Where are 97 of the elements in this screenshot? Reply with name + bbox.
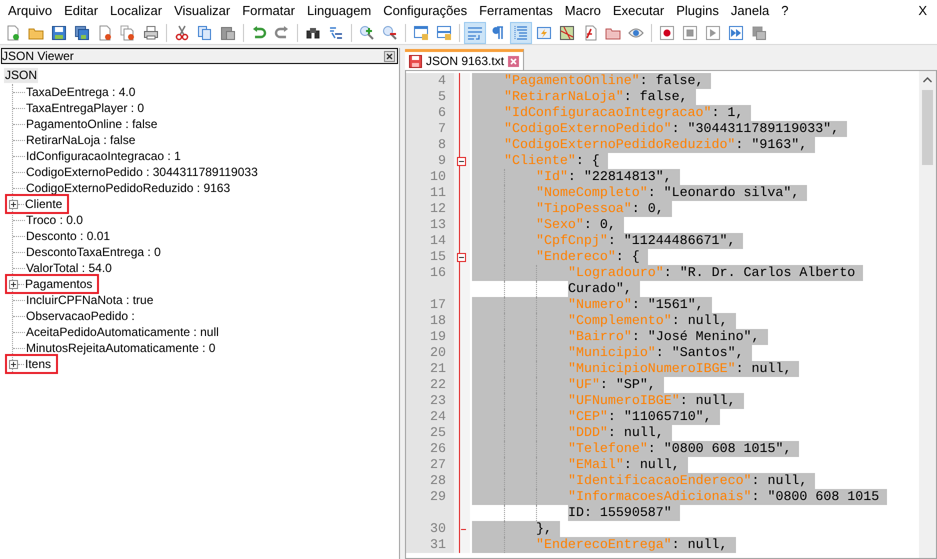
menu-item[interactable]: Linguagem: [300, 0, 378, 20]
file-tab[interactable]: JSON 9163.txt: [405, 49, 524, 70]
lightning-window-icon: [536, 24, 552, 40]
stop-icon: [682, 24, 698, 40]
expand-icon[interactable]: [9, 360, 18, 368]
record-icon: [659, 24, 675, 40]
code-line: "CodigoExternoPedidoReduzido": "9163",: [504, 137, 808, 152]
tree-item[interactable]: PagamentoOnline : false: [25, 116, 158, 132]
expand-icon[interactable]: [9, 280, 18, 288]
new-file-icon: [5, 24, 21, 40]
printer-icon: [143, 24, 159, 40]
code-line: "Sexo": 0,: [536, 217, 617, 232]
code-line: "Municipio": "Santos",: [568, 345, 745, 360]
code-line: },: [536, 521, 553, 536]
tree-root[interactable]: JSON: [4, 68, 38, 83]
tree-item[interactable]: Troco : 0.0: [25, 212, 84, 228]
fold-icon[interactable]: [456, 253, 466, 262]
code-line: "CodigoExternoPedido": "3044311789119033",: [504, 121, 840, 136]
code-line: "EnderecoEntrega": null,: [536, 537, 729, 552]
menu-item[interactable]: Janela: [724, 0, 776, 20]
panel-title: JSON Viewer: [2, 50, 74, 62]
copy-icon: [197, 24, 213, 40]
code-line: "Endereco": {: [536, 249, 641, 264]
tree-item[interactable]: IncluirCPFNaNota : true: [25, 292, 154, 308]
code-line: "CpfCnpj": "11244486671",: [536, 233, 736, 248]
save-macro-icon: [751, 24, 767, 40]
menu-item[interactable]: Editar: [58, 0, 104, 20]
scroll-up-icon[interactable]: [923, 77, 932, 83]
code-line: "DDD": null,: [568, 425, 665, 440]
scrollbar[interactable]: [919, 71, 936, 558]
tree-item[interactable]: RetirarNaLoja : false: [25, 132, 136, 148]
tree-item[interactable]: Desconto : 0.01: [25, 228, 112, 244]
pilcrow-icon: [490, 24, 506, 40]
indent-guide-icon: [513, 24, 529, 40]
code-line: "IdentificacaoEndereco": null,: [568, 473, 808, 488]
tree-item[interactable]: Pagamentos: [24, 276, 94, 292]
scrollbar-thumb[interactable]: [922, 90, 933, 165]
tree-item[interactable]: ValorTotal : 54.0: [25, 260, 113, 276]
menu-item[interactable]: Plugins: [670, 0, 725, 20]
tree-item[interactable]: Itens: [24, 356, 52, 372]
code-line: "EMail": null,: [568, 457, 681, 472]
zoom-out-icon: [382, 24, 398, 40]
code-line: "Complemento": null,: [568, 313, 729, 328]
floppy-disks-icon: [74, 24, 90, 40]
code-line: "UF": "SP",: [568, 377, 657, 392]
menu-item[interactable]: Localizar: [104, 0, 168, 20]
word-wrap-icon: [467, 24, 483, 40]
close-button[interactable]: X: [918, 0, 927, 20]
code-line: "NomeCompleto": "Leonardo silva",: [536, 185, 800, 200]
tree-item[interactable]: CodigoExternoPedido : 3044311789119033: [25, 164, 259, 180]
window-lock-icon: [413, 24, 429, 40]
expand-icon[interactable]: [9, 200, 18, 208]
replace-icon: [328, 24, 344, 40]
code-line: "Logradouro": "R. Dr. Carlos Alberto: [568, 265, 856, 280]
redo-icon: [274, 24, 290, 40]
tree-item[interactable]: MinutosRejeitaAutomaticamente : 0: [25, 340, 216, 356]
menu-item[interactable]: Configurações: [377, 0, 474, 20]
code-line: "CEP": "11065710",: [568, 409, 713, 424]
menu-item[interactable]: Ferramentas: [473, 0, 559, 20]
code-line: "RetirarNaLoja": false,: [504, 89, 689, 104]
code-line: "IdConfiguracaoIntegracao": 1,: [504, 105, 744, 120]
map-icon: [559, 24, 575, 40]
code-line: "TipoPessoa": 0,: [536, 201, 665, 216]
code-line: "Cliente": {: [504, 153, 601, 168]
tree-item[interactable]: IdConfiguracaoIntegracao : 1: [25, 148, 182, 164]
menu-item[interactable]: Executar: [606, 0, 670, 20]
code-line: "Bairro": "José Menino",: [568, 329, 761, 344]
code-line: "Numero": "1561",: [568, 297, 705, 312]
menu-item[interactable]: ?: [775, 0, 794, 20]
menu-item[interactable]: Macro: [558, 0, 607, 20]
fast-forward-icon: [728, 24, 744, 40]
close-file-icon: [97, 24, 113, 40]
close-files-icon: [120, 24, 136, 40]
tree-item[interactable]: AceitaPedidoAutomaticamente : null: [25, 324, 220, 340]
paste-icon: [220, 24, 236, 40]
code-line: "MunicipioNumeroIBGE": null,: [568, 361, 792, 376]
fold-icon[interactable]: [456, 157, 466, 166]
tree-item[interactable]: DescontoTaxaEntrega : 0: [25, 244, 162, 260]
tree-item[interactable]: ObservacaoPedido :: [25, 308, 136, 324]
menu-item[interactable]: Arquivo: [2, 0, 58, 20]
close-icon[interactable]: [384, 50, 395, 62]
zoom-in-icon: [359, 24, 375, 40]
code-line: "InformacoesAdicionais": "0800 608 1015: [568, 489, 880, 504]
undo-icon: [251, 24, 267, 40]
tree-item[interactable]: TaxaEntregaPlayer : 0: [25, 100, 146, 116]
window-lock-icon: [436, 24, 452, 40]
code-line: "Id": "22814813",: [536, 169, 673, 184]
play-icon: [705, 24, 721, 40]
tree-item[interactable]: TaxaDeEntrega : 4.0: [25, 84, 136, 100]
scissors-icon: [174, 24, 190, 40]
code-line: "PagamentoOnline": false,: [504, 73, 704, 88]
code-line: "Telefone": "0800 608 1015",: [568, 441, 792, 456]
code-line: "UFNumeroIBGE": null,: [568, 393, 737, 408]
tree-item[interactable]: CodigoExternoPedidoReduzido : 9163: [25, 180, 232, 196]
tree-item[interactable]: Cliente: [24, 196, 64, 212]
menu-item[interactable]: Visualizar: [168, 0, 236, 20]
menu-item[interactable]: Formatar: [236, 0, 301, 20]
